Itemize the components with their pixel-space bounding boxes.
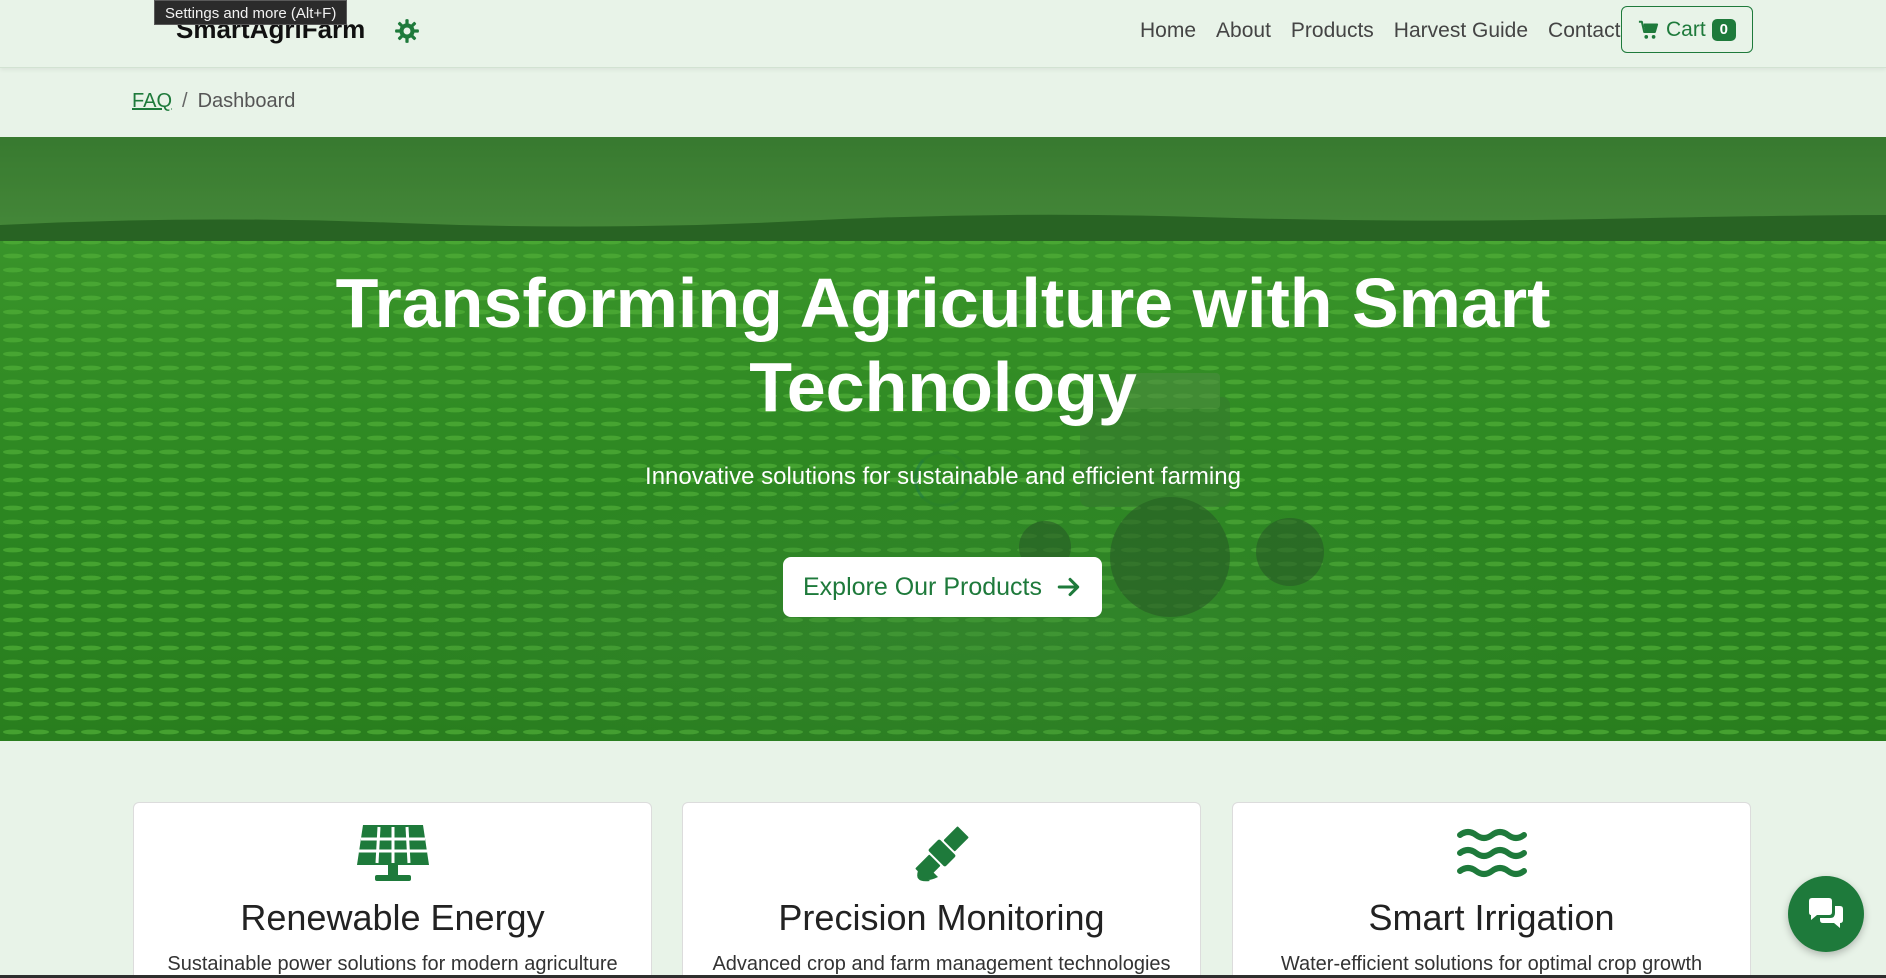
nav-contact[interactable]: Contact [1548, 18, 1620, 44]
feature-title: Precision Monitoring [778, 897, 1105, 938]
feature-description: Sustainable power solutions for modern a… [167, 953, 618, 975]
nav-products[interactable]: Products [1291, 18, 1374, 44]
chat-button[interactable] [1788, 876, 1864, 952]
loading-spinner-icon [914, 451, 970, 507]
breadcrumb-current: Dashboard [197, 90, 296, 112]
cart-count-badge: 0 [1711, 18, 1737, 41]
feature-title: Renewable Energy [240, 897, 545, 938]
cart-button[interactable]: Cart 0 [1621, 6, 1753, 53]
nav-harvest-guide[interactable]: Harvest Guide [1394, 18, 1528, 44]
hero-title: Transforming Agriculture with Smart Tech… [335, 264, 1551, 426]
hero-background-image [0, 137, 1886, 741]
feature-card-smart-irrigation[interactable]: Smart Irrigation Water-efficient solutio… [1232, 802, 1751, 978]
nav-home[interactable]: Home [1140, 18, 1196, 44]
solar-panel-icon [356, 825, 429, 881]
explore-products-label: Explore Our Products [803, 572, 1042, 601]
browser-tooltip: Settings and more (Alt+F) [154, 0, 348, 25]
chat-icon [1809, 898, 1843, 928]
nav-about[interactable]: About [1216, 18, 1271, 44]
breadcrumb: FAQ / Dashboard [132, 90, 295, 113]
feature-description: Advanced crop and farm management techno… [712, 953, 1171, 975]
main-nav: Home About Products Harvest Guide Contac… [1140, 18, 1640, 44]
explore-products-button[interactable]: Explore Our Products [783, 557, 1102, 617]
feature-card-renewable-energy[interactable]: Renewable Energy Sustainable power solut… [133, 802, 652, 978]
feature-card-precision-monitoring[interactable]: Precision Monitoring Advanced crop and f… [682, 802, 1201, 978]
cart-label: Cart [1665, 17, 1706, 41]
arrow-right-icon [1057, 577, 1080, 597]
water-icon [1456, 829, 1527, 877]
feature-description: Water-efficient solutions for optimal cr… [1280, 953, 1703, 975]
breadcrumb-separator: / [182, 90, 188, 112]
feature-title: Smart Irrigation [1368, 897, 1615, 938]
hero-section: Transforming Agriculture with Smart Tech… [0, 137, 1886, 741]
breadcrumb-link-faq[interactable]: FAQ [132, 90, 172, 113]
cart-icon [1638, 20, 1659, 39]
satellite-icon [915, 826, 968, 882]
gear-icon[interactable] [394, 18, 420, 44]
